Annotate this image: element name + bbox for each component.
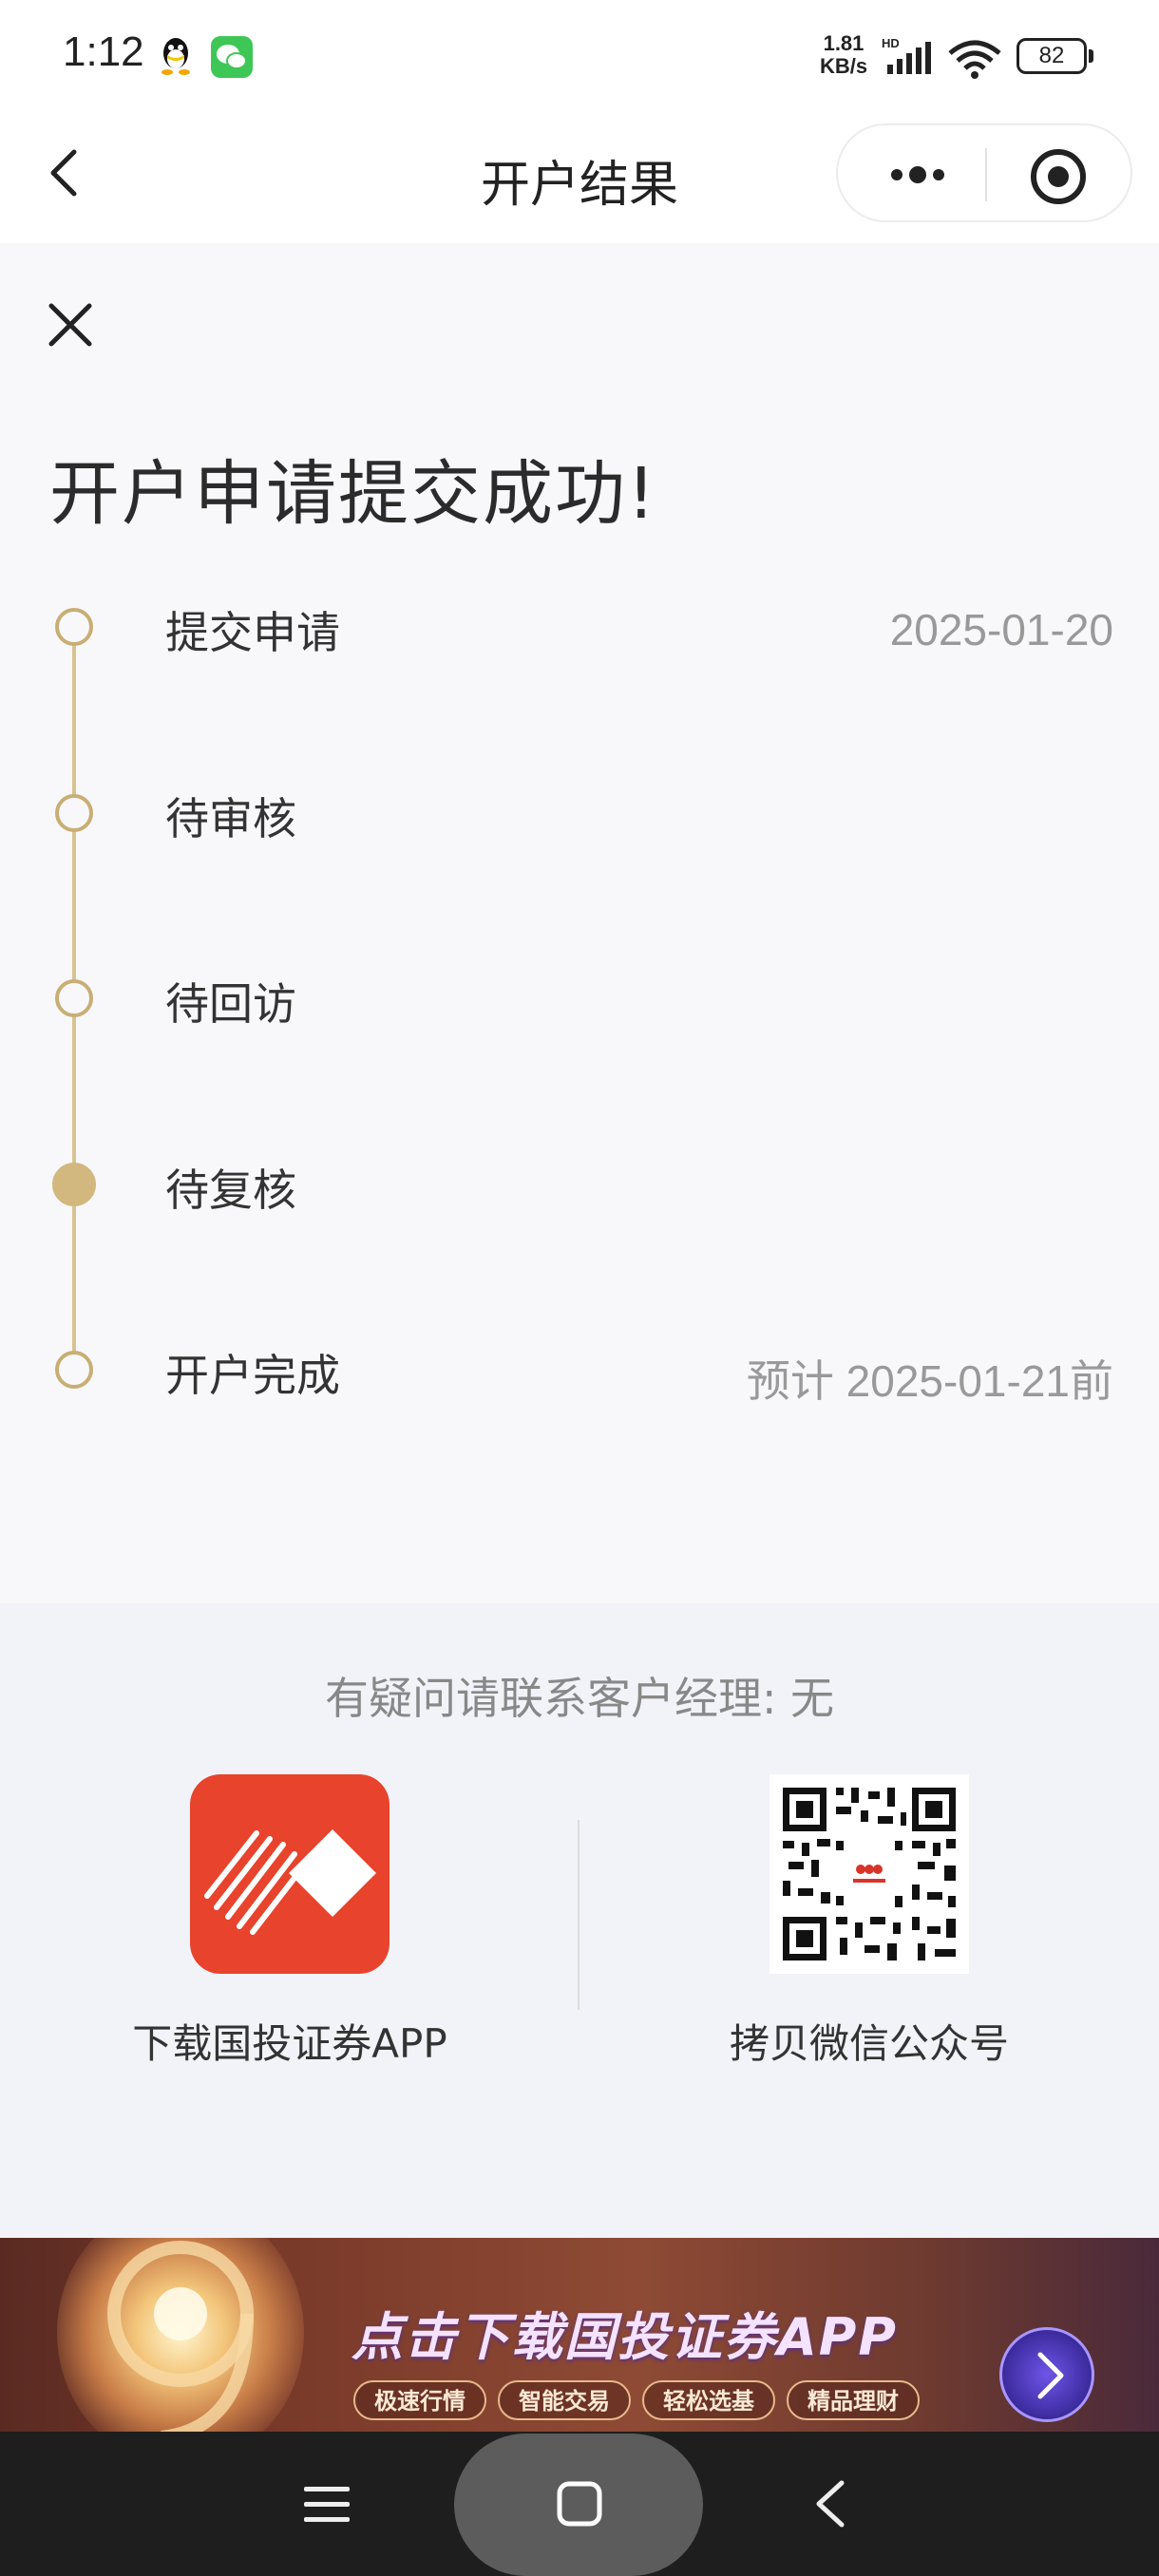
wechat-icon xyxy=(211,36,253,78)
banner-tag: 轻松选基 xyxy=(642,2380,775,2420)
close-icon[interactable] xyxy=(46,300,95,350)
step-label: 提交申请 xyxy=(165,607,340,658)
banner-tag: 极速行情 xyxy=(353,2380,486,2420)
wifi-icon xyxy=(948,40,1001,79)
status-time: 1:12 xyxy=(63,28,144,75)
timeline-step: 待回访 xyxy=(0,960,1159,1036)
menu-icon[interactable] xyxy=(300,2481,353,2529)
close-miniprogram-icon[interactable] xyxy=(1028,146,1089,207)
step-label: 待复核 xyxy=(165,1165,296,1216)
download-app-label[interactable]: 下载国投证券APP xyxy=(0,2012,580,2070)
banner-tag: 精品理财 xyxy=(787,2380,920,2420)
system-nav-bar xyxy=(0,2432,1159,2576)
wechat-qr-block[interactable]: 拷贝微信公众号 xyxy=(580,1774,1159,2078)
nav-bar: 开户结果 xyxy=(0,112,1159,243)
step-dot xyxy=(55,794,93,832)
chevron-right-icon xyxy=(1037,2352,1064,2399)
wechat-qr-code[interactable] xyxy=(770,1774,969,1974)
home-icon[interactable] xyxy=(555,2479,604,2529)
timeline-step: 开户完成 预计 2025-01-21前 xyxy=(0,1332,1159,1408)
step-dot xyxy=(55,1351,93,1389)
qq-icon xyxy=(162,38,190,75)
status-bar: 1:12 1.81 KB/s HD 82 xyxy=(0,0,1159,112)
battery-indicator: 82 xyxy=(1016,38,1094,74)
promo-banner[interactable]: 点击下载国投证券APP 极速行情 智能交易 轻松选基 精品理财 xyxy=(0,2238,1159,2432)
step-date: 预计 2025-01-21前 xyxy=(746,1356,1113,1406)
banner-tags: 极速行情 智能交易 轻松选基 精品理财 xyxy=(353,2380,920,2422)
wechat-qr-label[interactable]: 拷贝微信公众号 xyxy=(580,2012,1159,2070)
step-dot xyxy=(55,608,93,646)
app-logo[interactable] xyxy=(190,1774,390,1974)
step-label: 待审核 xyxy=(165,793,296,844)
net-speed: 1.81 KB/s xyxy=(819,31,868,78)
result-panel: 开户申请提交成功! 提交申请 2025-01-20 待审核 待回访 待复核 开户… xyxy=(0,243,1159,1603)
banner-nine-icon xyxy=(107,2241,254,2432)
timeline-step-current: 待复核 xyxy=(0,1146,1159,1222)
signal-icon: HD xyxy=(882,36,931,74)
step-date: 2025-01-20 xyxy=(889,605,1113,654)
banner-arrow-button[interactable] xyxy=(999,2327,1094,2422)
app-logo-icon xyxy=(204,1829,376,1935)
more-icon[interactable] xyxy=(880,156,956,194)
back-icon[interactable] xyxy=(38,141,95,205)
step-label: 待回访 xyxy=(165,978,296,1030)
contact-manager-text: 有疑问请联系客户经理: 无 xyxy=(324,1673,835,1724)
timeline-step: 提交申请 2025-01-20 xyxy=(0,589,1159,665)
banner-tag: 智能交易 xyxy=(498,2380,631,2420)
step-label: 开户完成 xyxy=(165,1350,340,1401)
qr-code-icon xyxy=(783,1788,956,1960)
step-dot xyxy=(55,979,93,1017)
capsule-menu xyxy=(836,123,1132,222)
result-title: 开户申请提交成功! xyxy=(49,453,657,535)
step-dot-active xyxy=(52,1163,96,1206)
download-app-block[interactable]: 下载国投证券APP xyxy=(0,1774,580,2078)
network-type-label: HD xyxy=(882,36,900,50)
system-back-icon[interactable] xyxy=(809,2475,851,2532)
banner-title: 点击下载国投证券APP xyxy=(352,2307,898,2367)
timeline-step: 待审核 xyxy=(0,775,1159,851)
page-title: 开户结果 xyxy=(480,157,678,214)
battery-level: 82 xyxy=(1016,38,1087,74)
